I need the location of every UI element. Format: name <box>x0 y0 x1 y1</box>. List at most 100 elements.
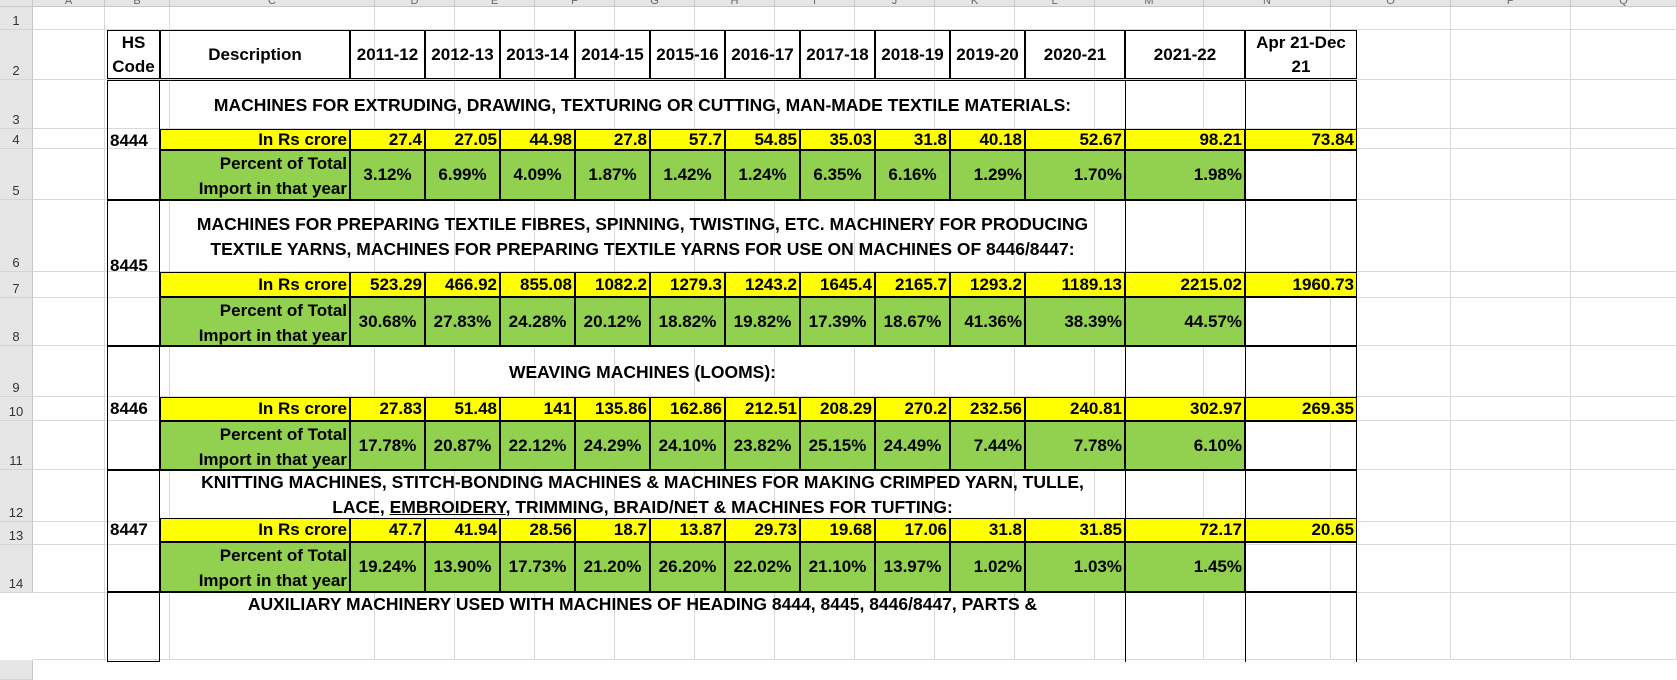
crore-value-8445[interactable]: 523.29 <box>350 272 425 297</box>
percent-value-8447[interactable]: 26.20% <box>650 542 725 592</box>
label-rs-crore[interactable]: In Rs crore <box>160 397 350 421</box>
hs-code-next[interactable] <box>107 592 160 662</box>
column-header-f[interactable]: F <box>535 0 615 7</box>
crore-value-8446[interactable]: 232.56 <box>950 397 1025 421</box>
crore-value-8445[interactable]: 466.92 <box>425 272 500 297</box>
percent-value-8446[interactable]: 24.10% <box>650 421 725 470</box>
row-header-7[interactable]: 7 <box>0 272 33 298</box>
row-header-1[interactable]: 1 <box>0 7 33 30</box>
title-cell-2021-22[interactable] <box>1125 346 1245 397</box>
crore-value-8446[interactable]: 269.35 <box>1245 397 1357 421</box>
hs-code-8446[interactable]: 8446 <box>107 346 160 470</box>
percent-value-empty[interactable] <box>1245 421 1357 470</box>
year-header-2011-12[interactable]: 2011-12 <box>350 30 425 79</box>
percent-value-8445[interactable]: 44.57% <box>1125 297 1245 346</box>
column-header-i[interactable]: I <box>775 0 855 7</box>
column-header-d[interactable]: D <box>375 0 455 7</box>
year-header-2020-21[interactable]: 2020-21 <box>1025 30 1125 79</box>
crore-value-8446[interactable]: 240.81 <box>1025 397 1125 421</box>
crore-value-8444[interactable]: 35.03 <box>800 129 875 150</box>
year-header-2012-13[interactable]: 2012-13 <box>425 30 500 79</box>
crore-value-8446[interactable]: 135.86 <box>575 397 650 421</box>
percent-value-8445[interactable]: 27.83% <box>425 297 500 346</box>
crore-value-8447[interactable]: 31.8 <box>950 518 1025 542</box>
row-header-5[interactable]: 5 <box>0 149 33 200</box>
percent-value-8444[interactable]: 1.98% <box>1125 150 1245 200</box>
crore-value-8446[interactable]: 270.2 <box>875 397 950 421</box>
title-cell-period[interactable] <box>1245 80 1357 129</box>
percent-value-8444[interactable]: 6.16% <box>875 150 950 200</box>
percent-value-8446[interactable]: 6.10% <box>1125 421 1245 470</box>
percent-value-8444[interactable]: 6.99% <box>425 150 500 200</box>
year-header-2015-16[interactable]: 2015-16 <box>650 30 725 79</box>
year-header-2018-19[interactable]: 2018-19 <box>875 30 950 79</box>
crore-value-8444[interactable]: 52.67 <box>1025 129 1125 150</box>
column-header-c[interactable]: C <box>170 0 375 7</box>
crore-value-8447[interactable]: 29.73 <box>725 518 800 542</box>
label-percent-total[interactable]: Percent of Total Import in that year <box>160 297 350 346</box>
crore-value-8447[interactable]: 19.68 <box>800 518 875 542</box>
row-header-6[interactable]: 6 <box>0 200 33 272</box>
hs-code-8444[interactable]: 8444 <box>107 80 160 200</box>
crore-value-8447[interactable]: 20.65 <box>1245 518 1357 542</box>
crore-value-8447[interactable]: 31.85 <box>1025 518 1125 542</box>
crore-value-8446[interactable]: 27.83 <box>350 397 425 421</box>
column-header-m[interactable]: M <box>1095 0 1204 7</box>
crore-value-8446[interactable]: 302.97 <box>1125 397 1245 421</box>
crore-value-8445[interactable]: 2165.7 <box>875 272 950 297</box>
crore-value-8446[interactable]: 208.29 <box>800 397 875 421</box>
crore-value-8447[interactable]: 72.17 <box>1125 518 1245 542</box>
percent-value-8446[interactable]: 25.15% <box>800 421 875 470</box>
crore-value-8444[interactable]: 27.8 <box>575 129 650 150</box>
year-header-2016-17[interactable]: 2016-17 <box>725 30 800 79</box>
column-header-h[interactable]: H <box>695 0 775 7</box>
crore-value-8445[interactable]: 1960.73 <box>1245 272 1357 297</box>
crore-value-8447[interactable]: 18.7 <box>575 518 650 542</box>
percent-value-8445[interactable]: 17.39% <box>800 297 875 346</box>
column-header-l[interactable]: L <box>1015 0 1095 7</box>
percent-value-8446[interactable]: 7.44% <box>950 421 1025 470</box>
title-cell-period[interactable] <box>1245 346 1357 397</box>
title-cell-2021-22[interactable] <box>1125 470 1245 518</box>
percent-value-empty[interactable] <box>1245 150 1357 200</box>
crore-value-8445[interactable]: 1243.2 <box>725 272 800 297</box>
label-percent-total[interactable]: Percent of Total Import in that year <box>160 542 350 592</box>
crore-value-8445[interactable]: 2215.02 <box>1125 272 1245 297</box>
crore-value-8444[interactable]: 73.84 <box>1245 129 1357 150</box>
title-cell-period[interactable] <box>1245 200 1357 272</box>
crore-value-8445[interactable]: 1293.2 <box>950 272 1025 297</box>
crore-value-8444[interactable]: 40.18 <box>950 129 1025 150</box>
label-rs-crore[interactable]: In Rs crore <box>160 129 350 150</box>
crore-value-8446[interactable]: 141 <box>500 397 575 421</box>
crore-value-8447[interactable]: 13.87 <box>650 518 725 542</box>
crore-value-8447[interactable]: 28.56 <box>500 518 575 542</box>
row-header-9[interactable]: 9 <box>0 346 33 397</box>
row-header-4[interactable]: 4 <box>0 129 33 149</box>
period-header[interactable]: Apr 21-Dec 21 <box>1245 30 1357 79</box>
crore-value-8446[interactable]: 51.48 <box>425 397 500 421</box>
percent-value-8446[interactable]: 17.78% <box>350 421 425 470</box>
percent-value-8447[interactable]: 22.02% <box>725 542 800 592</box>
percent-value-8444[interactable]: 1.24% <box>725 150 800 200</box>
percent-value-8444[interactable]: 3.12% <box>350 150 425 200</box>
label-percent-total[interactable]: Percent of Total Import in that year <box>160 150 350 200</box>
crore-value-8444[interactable]: 54.85 <box>725 129 800 150</box>
section-title-auxiliary[interactable]: AUXILIARY MACHINERY USED WITH MACHINES O… <box>160 592 1125 616</box>
row-header-12[interactable]: 12 <box>0 470 33 522</box>
row-header-8[interactable]: 8 <box>0 298 33 346</box>
column-header-o[interactable]: O <box>1331 0 1451 7</box>
column-header-n[interactable]: N <box>1204 0 1331 7</box>
hs-code-8445[interactable]: 8445 <box>107 200 160 346</box>
percent-value-8445[interactable]: 38.39% <box>1025 297 1125 346</box>
column-header-p[interactable]: P <box>1451 0 1571 7</box>
crore-value-8445[interactable]: 855.08 <box>500 272 575 297</box>
percent-value-8446[interactable]: 22.12% <box>500 421 575 470</box>
year-header-2021-22[interactable]: 2021-22 <box>1125 30 1245 79</box>
column-header-g[interactable]: G <box>615 0 695 7</box>
percent-value-8447[interactable]: 13.90% <box>425 542 500 592</box>
title-cell-period[interactable] <box>1245 470 1357 518</box>
crore-value-8446[interactable]: 162.86 <box>650 397 725 421</box>
percent-value-8447[interactable]: 21.10% <box>800 542 875 592</box>
year-header-2014-15[interactable]: 2014-15 <box>575 30 650 79</box>
year-header-2013-14[interactable]: 2013-14 <box>500 30 575 79</box>
